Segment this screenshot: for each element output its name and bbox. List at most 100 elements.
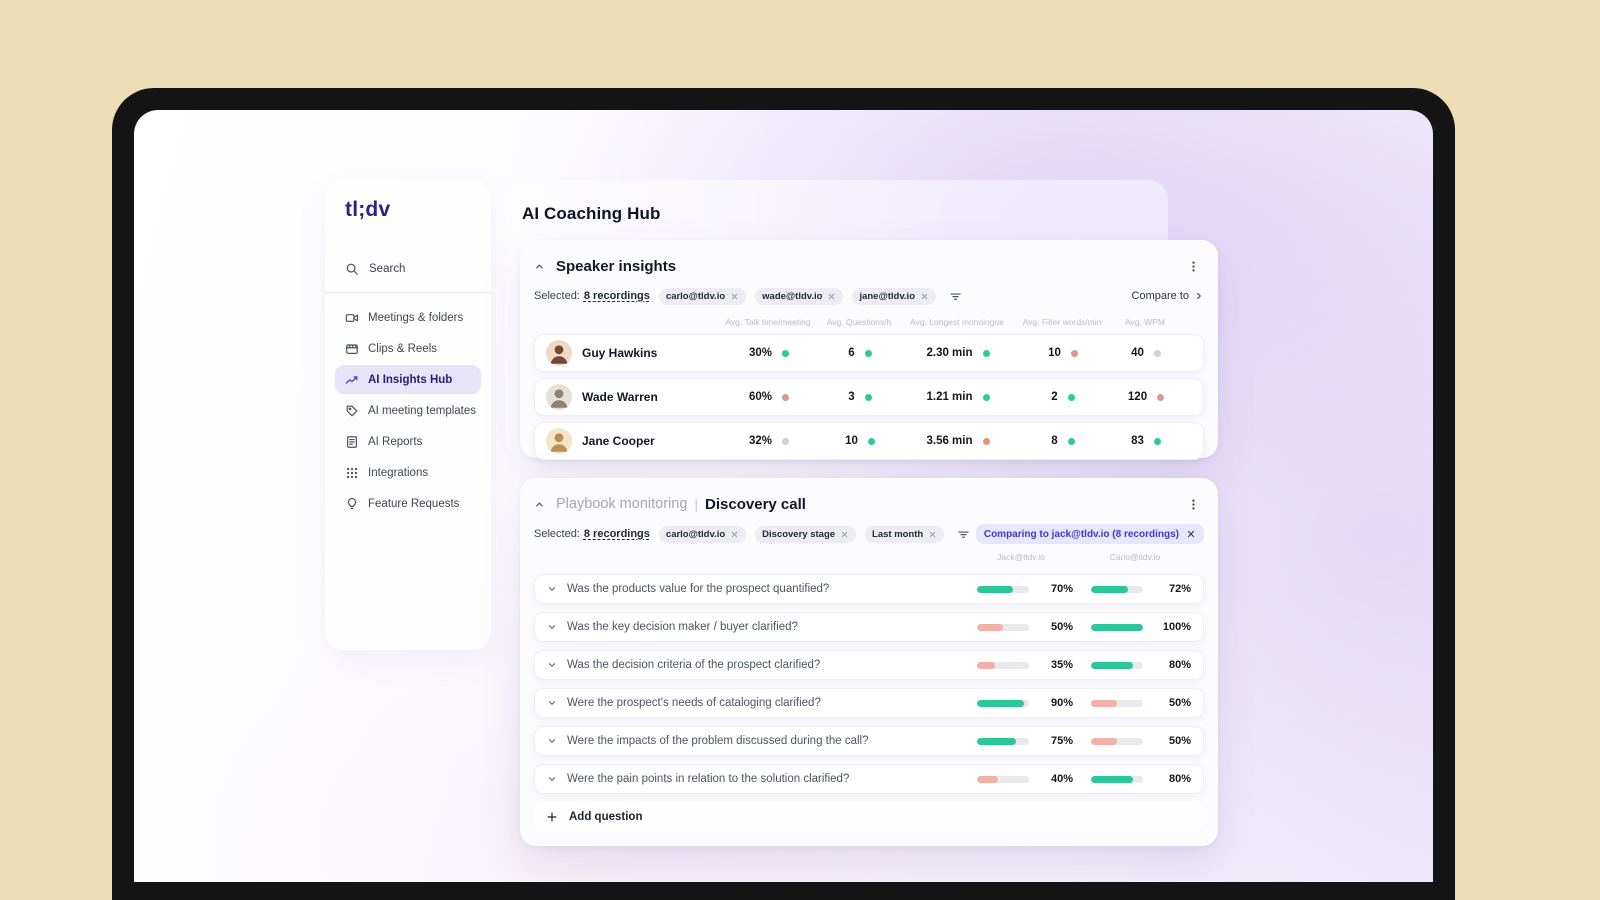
expand-question-button[interactable] (547, 584, 557, 594)
progress-bar (1091, 623, 1143, 631)
template-tag-icon (345, 404, 359, 418)
chip-label: jane@tldv.io (859, 290, 915, 302)
progress-value: 80% (1168, 659, 1191, 671)
playbook-question-row[interactable]: Was the products value for the prospect … (534, 574, 1204, 604)
search-button[interactable]: Search (325, 258, 491, 280)
playbook-monitoring-panel: Playbook monitoring | Discovery call Sel… (520, 478, 1218, 846)
filter-chip[interactable]: Last month (865, 525, 945, 543)
sidebar-item-ai-meeting-templates[interactable]: AI meeting templates (335, 396, 481, 425)
expand-question-button[interactable] (547, 774, 557, 784)
metric-value: 83 (1131, 435, 1144, 447)
collapse-button[interactable] (534, 261, 545, 272)
progress-bar (977, 737, 1029, 745)
playbook-columns: Jack@tldv.io Carlo@tldv.io (534, 552, 1204, 566)
playbook-question-row[interactable]: Were the impacts of the problem discusse… (534, 726, 1204, 756)
progress-value: 100% (1162, 621, 1191, 633)
screen: tl;dv Search Meetings & folders Clips & … (134, 110, 1433, 882)
selected-label: Selected: (534, 290, 580, 302)
progress-value: 35% (1050, 659, 1073, 671)
metric-value: 30% (748, 347, 773, 359)
expand-question-button[interactable] (547, 622, 557, 632)
speaker-column-label: Avg. WPM (1125, 316, 1165, 327)
sidebar-item-clips-reels[interactable]: Clips & Reels (335, 334, 481, 363)
recordings-link[interactable]: 8 recordings (584, 290, 650, 302)
sidebar-item-label: Integrations (368, 466, 429, 479)
status-dot-green (1067, 437, 1075, 445)
filter-button[interactable] (949, 290, 962, 303)
sidebar-item-ai-insights-hub[interactable]: AI Insights Hub (335, 365, 481, 394)
progress-bar (977, 775, 1029, 783)
comparing-chip[interactable]: Comparing to jack@tldv.io (8 recordings) (975, 524, 1204, 544)
metric-cell: 10 (1013, 347, 1113, 359)
chip-label: carlo@tldv.io (665, 528, 726, 540)
sidebar-item-feature-requests[interactable]: Feature Requests (335, 489, 481, 518)
close-icon (827, 292, 836, 301)
desktop-background: tl;dv Search Meetings & folders Clips & … (0, 0, 1600, 900)
title-divider: | (694, 496, 699, 512)
filter-chip[interactable]: jane@tldv.io (852, 287, 936, 305)
playbook-question-row[interactable]: Was the decision criteria of the prospec… (534, 650, 1204, 680)
trend-chart-icon (345, 373, 359, 387)
metric-value: 120 (1127, 391, 1148, 403)
progress-value: 80% (1168, 773, 1191, 785)
expand-question-button[interactable] (547, 736, 557, 746)
progress-value: 40% (1050, 773, 1073, 785)
metric-value: 1.21 min (926, 391, 973, 403)
playbook-question-row[interactable]: Were the pain points in relation to the … (534, 764, 1204, 794)
chevron-down-icon (547, 736, 557, 746)
close-icon (730, 530, 739, 539)
compare-to-button[interactable]: Compare to (1132, 290, 1204, 302)
speaker-column-label: Avg. Filler words/min (1022, 316, 1102, 327)
app-logo: tl;dv (345, 198, 391, 221)
metric-cell: 30% (721, 347, 817, 359)
speaker-cell: Jane Cooper (535, 428, 721, 454)
question-text: Was the products value for the prospect … (567, 583, 830, 595)
collapse-button[interactable] (534, 499, 545, 510)
status-dot-green (982, 393, 990, 401)
metric-value: 2 (1051, 391, 1058, 403)
speaker-column-label: Avg. Questions/h (826, 316, 892, 327)
filter-chip[interactable]: carlo@tldv.io (658, 287, 747, 305)
metric-cell: 83 (1113, 435, 1179, 447)
status-dot-green (782, 349, 790, 357)
sidebar-item-integrations[interactable]: Integrations (335, 458, 481, 487)
speaker-insights-panel: Speaker insights Selected: 8 recordings … (520, 240, 1218, 460)
playbook-filter-row: Selected: 8 recordings carlo@tldv.io Dis… (534, 524, 1204, 544)
metric-value: 3.56 min (926, 435, 973, 447)
metric-value: 3 (848, 391, 855, 403)
filter-chip[interactable]: carlo@tldv.io (658, 525, 747, 543)
metric-value: 40 (1131, 347, 1144, 359)
filter-button[interactable] (957, 528, 970, 541)
sidebar-item-label: Feature Requests (368, 497, 460, 510)
metric-value: 8 (1051, 435, 1058, 447)
sidebar-item-label: AI Reports (368, 435, 423, 448)
chip-label: carlo@tldv.io (665, 290, 726, 302)
status-dot-orange (982, 437, 990, 445)
question-text: Were the prospect's needs of cataloging … (567, 697, 821, 709)
sidebar-divider (325, 292, 491, 293)
metric-cell: 6 (817, 347, 903, 359)
panel-menu-button[interactable] (1183, 496, 1204, 513)
playbook-question-row[interactable]: Was the key decision maker / buyer clari… (534, 612, 1204, 642)
sidebar-item-ai-reports[interactable]: AI Reports (335, 427, 481, 456)
progress-bar (1091, 661, 1143, 669)
metric-cell: 120 (1113, 391, 1179, 403)
page-title: AI Coaching Hub (522, 204, 661, 223)
chevron-down-icon (547, 660, 557, 670)
add-question-button[interactable]: Add question (534, 802, 1204, 832)
progress-value: 50% (1050, 621, 1073, 633)
playbook-question-row[interactable]: Were the prospect's needs of cataloging … (534, 688, 1204, 718)
expand-question-button[interactable] (547, 660, 557, 670)
status-dot-red (1070, 349, 1078, 357)
metric-value: 32% (748, 435, 773, 447)
sidebar-item-meetings-folders[interactable]: Meetings & folders (335, 303, 481, 332)
filter-chip[interactable]: wade@tldv.io (755, 287, 844, 305)
expand-question-button[interactable] (547, 698, 557, 708)
speaker-name: Wade Warren (582, 390, 658, 404)
avatar (546, 340, 572, 366)
panel-menu-button[interactable] (1183, 258, 1204, 275)
close-icon (920, 292, 929, 301)
recordings-link[interactable]: 8 recordings (584, 528, 650, 540)
chip-label: wade@tldv.io (762, 290, 823, 302)
filter-chip[interactable]: Discovery stage (755, 525, 857, 543)
